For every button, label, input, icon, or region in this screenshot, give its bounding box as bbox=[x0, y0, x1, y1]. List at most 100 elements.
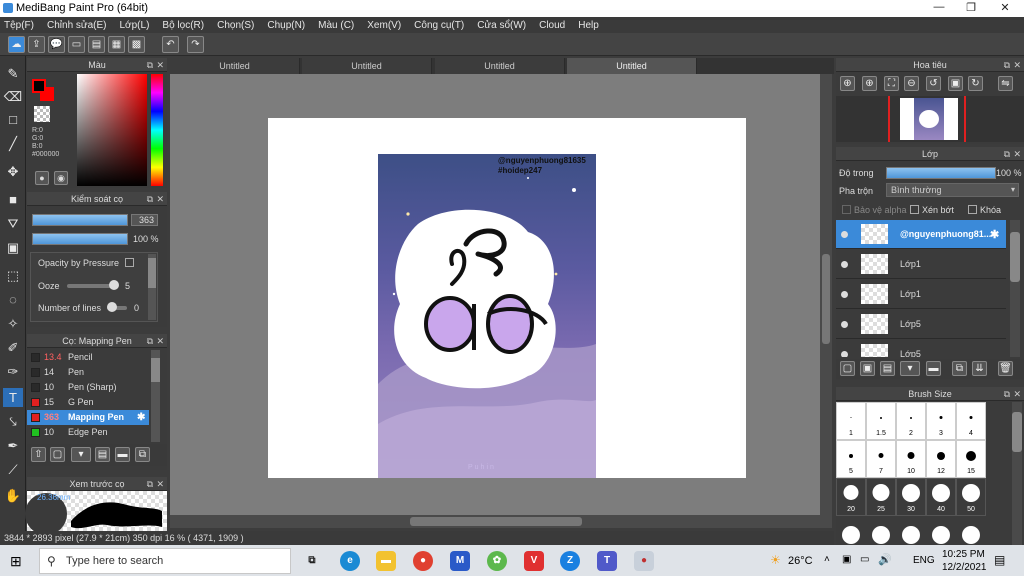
color-palette-icon[interactable]: ◉ bbox=[54, 171, 68, 185]
number-of-lines-knob[interactable] bbox=[107, 302, 117, 312]
menu-file[interactable]: Tệp(F) bbox=[4, 20, 34, 31]
panel-popout-icon[interactable]: ⧉ bbox=[147, 477, 153, 491]
document-icon[interactable]: ▤ bbox=[88, 36, 105, 53]
brush-item-pen-sharp[interactable]: 10 Pen (Sharp) bbox=[27, 380, 149, 395]
menu-tools[interactable]: Công cụ(T) bbox=[414, 20, 464, 31]
delete-layer-icon[interactable]: 🗑 bbox=[998, 361, 1013, 376]
blend-mode-select[interactable]: Bình thường ▾ bbox=[886, 183, 1019, 197]
task-view-icon[interactable]: ⧉ bbox=[302, 551, 322, 571]
chrome-icon[interactable]: ● bbox=[413, 551, 433, 571]
menu-color[interactable]: Màu (C) bbox=[318, 20, 354, 31]
panel-close-icon[interactable]: ✕ bbox=[156, 192, 164, 206]
transparent-color-swatch[interactable] bbox=[34, 106, 50, 122]
panel-close-icon[interactable]: ✕ bbox=[156, 334, 164, 348]
protect-alpha-checkbox[interactable] bbox=[842, 205, 851, 214]
rotate-right-icon[interactable]: ↻ bbox=[968, 76, 983, 91]
page-icon[interactable]: ▭ bbox=[68, 36, 85, 53]
brush-item-mapping-pen[interactable]: 363 Mapping Pen ✱ bbox=[27, 410, 149, 425]
opacity-by-pressure-checkbox[interactable] bbox=[125, 258, 134, 267]
brush-item-pen[interactable]: 14 Pen bbox=[27, 365, 149, 380]
menu-layer[interactable]: Lớp(L) bbox=[120, 20, 150, 31]
menu-select[interactable]: Chọn(S) bbox=[217, 20, 254, 31]
language-indicator[interactable]: ENG bbox=[913, 555, 935, 566]
taskbar-search-box[interactable]: ⚲ Type here to search bbox=[39, 548, 291, 574]
tiles-icon[interactable]: ▩ bbox=[128, 36, 145, 53]
paint-active-icon[interactable]: ● bbox=[634, 551, 654, 571]
lock-checkbox[interactable] bbox=[968, 205, 977, 214]
panel-close-icon[interactable]: ✕ bbox=[156, 58, 164, 72]
ooze-slider-knob[interactable] bbox=[109, 280, 119, 290]
layer-folder-icon[interactable]: ▬ bbox=[926, 361, 941, 376]
layer-opacity-slider[interactable] bbox=[886, 167, 996, 179]
smudge-tool-icon[interactable]: ⟋ bbox=[3, 460, 23, 479]
select-eraser-icon[interactable]: ✑ bbox=[3, 362, 23, 381]
comment-icon[interactable]: 💬 bbox=[48, 36, 65, 53]
vertical-scroll-thumb[interactable] bbox=[822, 254, 830, 344]
panel-close-icon[interactable]: ✕ bbox=[156, 477, 164, 491]
brush-item-edge-pen[interactable]: 10 Edge Pen bbox=[27, 425, 149, 440]
brush-size-cell[interactable]: 40 bbox=[926, 478, 956, 516]
brush-folder-icon[interactable]: ▬ bbox=[115, 447, 130, 462]
color-sv-square[interactable] bbox=[77, 74, 147, 186]
panel-close-icon[interactable]: ✕ bbox=[1013, 58, 1021, 72]
zoom-out-icon[interactable]: ⊖ bbox=[904, 76, 919, 91]
tab-untitled-4[interactable]: Untitled bbox=[567, 58, 697, 74]
horizontal-scroll-thumb[interactable] bbox=[410, 517, 582, 526]
weather-icon[interactable]: ☀ bbox=[770, 553, 781, 567]
line-tool-icon[interactable]: ╱ bbox=[3, 134, 23, 153]
magic-wand-icon[interactable]: ✧ bbox=[3, 314, 23, 333]
layer-visibility-icon[interactable] bbox=[841, 291, 848, 298]
zoom-in-icon[interactable]: ⊕ bbox=[840, 76, 855, 91]
brush-settings-gear-icon[interactable]: ✱ bbox=[137, 410, 145, 425]
menu-edit[interactable]: Chỉnh sửa(E) bbox=[47, 20, 107, 31]
layer-visibility-icon[interactable] bbox=[841, 261, 848, 268]
add-brush-icon[interactable]: ⇧ bbox=[31, 447, 46, 462]
clipping-checkbox[interactable] bbox=[910, 205, 919, 214]
menu-help[interactable]: Help bbox=[578, 20, 599, 31]
brush-menu-icon[interactable]: ▾ bbox=[71, 447, 91, 462]
merge-layer-icon[interactable]: ⇊ bbox=[972, 361, 987, 376]
menu-cloud[interactable]: Cloud bbox=[539, 20, 565, 31]
select-pen-icon[interactable]: ✐ bbox=[3, 338, 23, 357]
layer-visibility-icon[interactable] bbox=[841, 231, 848, 238]
clock-time[interactable]: 10:25 PM bbox=[942, 549, 985, 560]
layer-row-1[interactable]: Lớp1 bbox=[836, 250, 1006, 279]
duplicate-layer-icon[interactable]: ⧉ bbox=[952, 361, 967, 376]
brush-duplicate-icon[interactable]: ⧉ bbox=[135, 447, 150, 462]
brush-control-scrollbar[interactable] bbox=[148, 254, 156, 320]
layer-visibility-icon[interactable] bbox=[841, 321, 848, 328]
brush-size-cell[interactable]: 1 bbox=[836, 402, 866, 440]
zalo-icon[interactable]: Z bbox=[560, 551, 580, 571]
teams-icon[interactable]: T bbox=[597, 551, 617, 571]
new-halftone-layer-icon[interactable]: ▣ bbox=[860, 361, 875, 376]
clock-date[interactable]: 12/2/2021 bbox=[942, 562, 987, 573]
layer-list-scrollbar[interactable] bbox=[1010, 220, 1020, 357]
brush-size-cell[interactable]: 12 bbox=[926, 440, 956, 478]
canvas-paper[interactable]: @nguyenphuong81635 #hoidep247 Puhin bbox=[268, 118, 746, 478]
panel-popout-icon[interactable]: ⧉ bbox=[147, 192, 153, 206]
layer-visibility-icon[interactable] bbox=[841, 351, 848, 357]
panel-popout-icon[interactable]: ⧉ bbox=[1004, 58, 1010, 72]
weather-temp[interactable]: 26°C bbox=[788, 555, 813, 567]
brush-size-value[interactable]: 363 bbox=[131, 214, 158, 226]
layer-row-4[interactable]: Lớp5 bbox=[836, 340, 1006, 357]
canvas-horizontal-scrollbar[interactable] bbox=[170, 515, 832, 528]
layer-row-3[interactable]: Lớp5 bbox=[836, 310, 1006, 339]
brush-size-cell[interactable]: 15 bbox=[956, 440, 986, 478]
edge-browser-icon[interactable]: e bbox=[340, 551, 360, 571]
windows-start-icon[interactable]: ⊞ bbox=[10, 553, 22, 570]
network-icon[interactable]: ▭ bbox=[860, 554, 869, 565]
canvas-area[interactable]: @nguyenphuong81635 #hoidep247 Puhin bbox=[170, 74, 820, 515]
canvas-vertical-scrollbar[interactable] bbox=[820, 74, 832, 515]
brush-size-cell[interactable]: 5 bbox=[836, 440, 866, 478]
tray-chevron-icon[interactable]: ˄ bbox=[824, 554, 830, 565]
panel-popout-icon[interactable]: ⧉ bbox=[1004, 387, 1010, 401]
file-explorer-icon[interactable]: ▬ bbox=[376, 551, 396, 571]
brush-size-cell[interactable]: 30 bbox=[896, 478, 926, 516]
upload-icon[interactable]: ⇪ bbox=[28, 36, 45, 53]
brush-properties-icon[interactable]: ▤ bbox=[95, 447, 110, 462]
brush-size-cell[interactable]: 10 bbox=[896, 440, 926, 478]
new-layer-8bit-icon[interactable]: ▤ bbox=[880, 361, 895, 376]
brush-size-cell[interactable]: 25 bbox=[866, 478, 896, 516]
tab-untitled-1[interactable]: Untitled bbox=[170, 58, 300, 74]
